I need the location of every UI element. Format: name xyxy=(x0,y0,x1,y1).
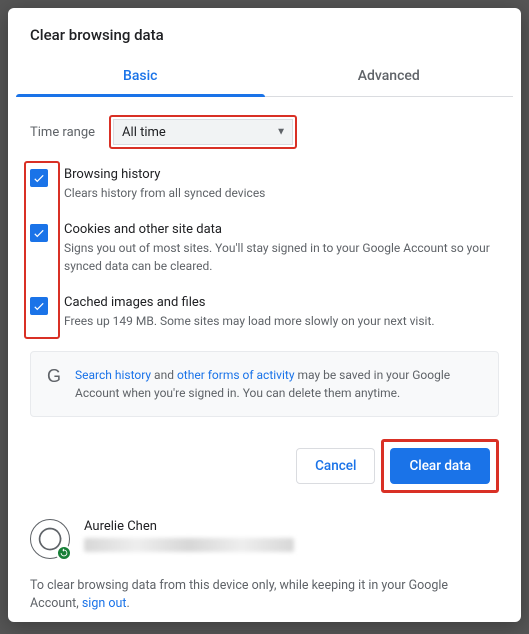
cancel-button[interactable]: Cancel xyxy=(296,448,375,484)
avatar-wrap xyxy=(30,519,70,559)
option-desc: Signs you out of most sites. You'll stay… xyxy=(64,240,499,275)
profile-email-redacted xyxy=(84,538,294,552)
options-list: Browsing history Clears history from all… xyxy=(30,167,499,331)
notice-text: Search history and other forms of activi… xyxy=(75,366,482,402)
profile-text: Aurelie Chen xyxy=(84,519,294,552)
google-account-notice: G Search history and other forms of acti… xyxy=(30,351,499,417)
time-range-value: All time xyxy=(122,125,166,140)
sign-out-link[interactable]: sign out xyxy=(82,596,127,611)
option-text: Cached images and files Frees up 149 MB.… xyxy=(64,295,435,330)
dropdown-caret-icon: ▼ xyxy=(276,127,286,138)
dialog-footer: Cancel Clear data xyxy=(8,439,499,493)
time-range-select[interactable]: All time ▼ xyxy=(113,119,293,145)
dialog-body: Time range All time ▼ Browsing history C… xyxy=(8,97,521,439)
highlight-time-range: All time ▼ xyxy=(109,115,297,149)
link-other-activity[interactable]: other forms of activity xyxy=(177,368,295,382)
option-desc: Clears history from all synced devices xyxy=(64,185,265,202)
tab-bar: Basic Advanced xyxy=(16,56,513,97)
option-cache[interactable]: Cached images and files Frees up 149 MB.… xyxy=(30,295,499,330)
option-title: Browsing history xyxy=(64,167,265,182)
tab-basic[interactable]: Basic xyxy=(16,56,265,96)
tab-advanced[interactable]: Advanced xyxy=(265,56,514,96)
profile-section: Aurelie Chen xyxy=(8,519,521,569)
profile-name: Aurelie Chen xyxy=(84,519,294,534)
option-browsing-history[interactable]: Browsing history Clears history from all… xyxy=(30,167,499,202)
sync-badge-icon xyxy=(56,545,72,561)
option-desc: Frees up 149 MB. Some sites may load mor… xyxy=(64,313,435,330)
option-text: Cookies and other site data Signs you ou… xyxy=(64,222,499,275)
dialog-title: Clear browsing data xyxy=(8,8,521,56)
signout-note: To clear browsing data from this device … xyxy=(8,569,521,634)
clear-data-button[interactable]: Clear data xyxy=(390,448,490,484)
time-range-label: Time range xyxy=(30,125,95,140)
option-title: Cookies and other site data xyxy=(64,222,499,237)
clear-browsing-data-dialog: Clear browsing data Basic Advanced Time … xyxy=(8,8,521,622)
link-search-history[interactable]: Search history xyxy=(75,368,151,382)
option-cookies[interactable]: Cookies and other site data Signs you ou… xyxy=(30,222,499,275)
time-range-row: Time range All time ▼ xyxy=(30,115,499,149)
option-title: Cached images and files xyxy=(64,295,435,310)
highlight-checkboxes xyxy=(24,161,60,339)
option-text: Browsing history Clears history from all… xyxy=(64,167,265,202)
highlight-clear-data: Clear data xyxy=(381,439,499,493)
google-g-icon: G xyxy=(47,366,61,387)
